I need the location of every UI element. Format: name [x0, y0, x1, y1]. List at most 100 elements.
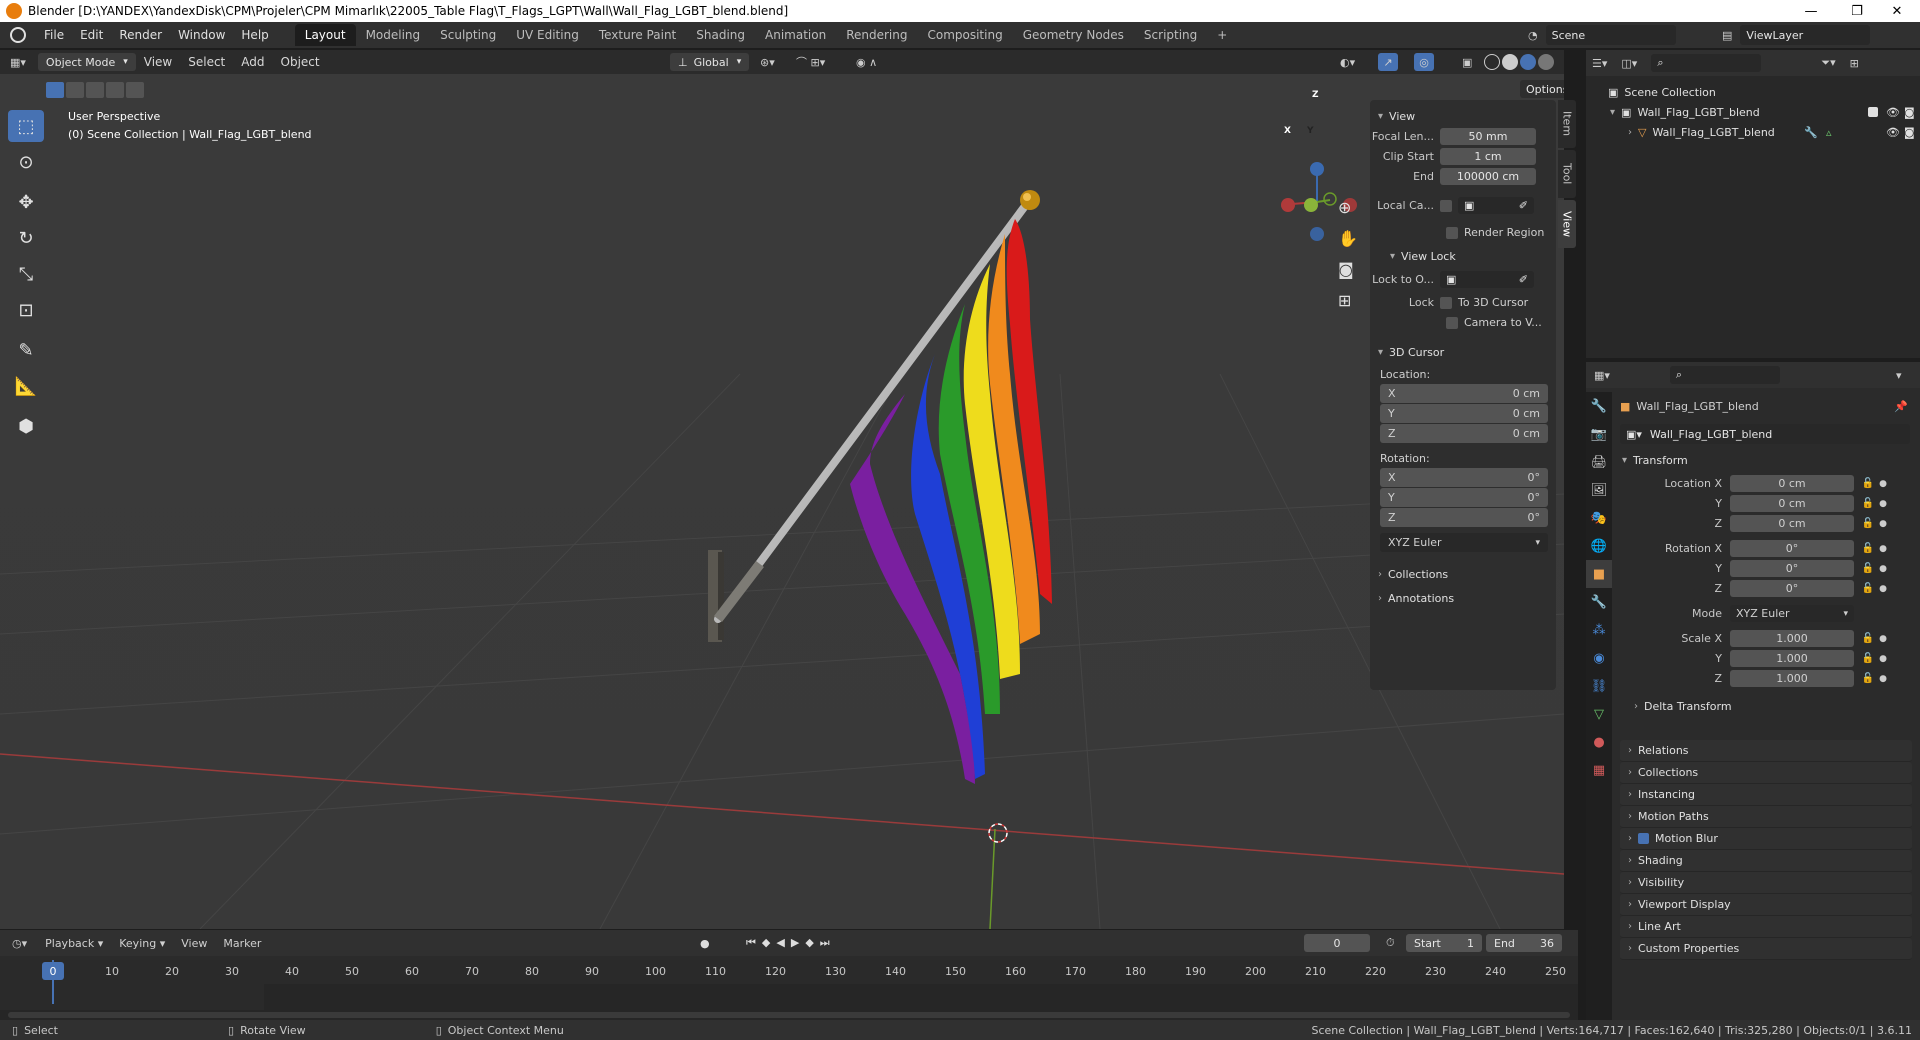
select-extend-icon[interactable]	[66, 82, 84, 98]
cursor-location-x[interactable]: X0 cm	[1380, 384, 1548, 403]
tab-geometry-nodes[interactable]: Geometry Nodes	[1013, 24, 1134, 46]
scene-field[interactable]: Scene	[1545, 25, 1676, 45]
particles-properties-icon[interactable]: ⁂	[1586, 616, 1612, 644]
wireframe-shading-icon[interactable]	[1484, 54, 1500, 70]
scene-properties-icon[interactable]: 🎭	[1586, 504, 1612, 532]
object-properties-icon[interactable]: ■	[1586, 560, 1612, 588]
visibility-icon[interactable]: ◐▾	[1340, 56, 1355, 69]
header-menu-select[interactable]: Select	[180, 55, 233, 69]
location-x-field[interactable]: 0 cm	[1730, 475, 1854, 492]
lock-icon[interactable]: 🔓	[1860, 563, 1876, 574]
rendered-shading-icon[interactable]	[1538, 54, 1554, 70]
xray-icon[interactable]: ▣	[1462, 56, 1472, 69]
play-icon[interactable]: ▶	[791, 936, 805, 949]
local-camera-field[interactable]: ▣ ✐	[1458, 197, 1534, 214]
clip-end-field[interactable]: 100000 cm	[1440, 168, 1536, 185]
cursor-location-y[interactable]: Y0 cm	[1380, 404, 1548, 423]
gizmo-x-icon[interactable]	[1281, 198, 1295, 212]
cursor-tool-icon[interactable]: ⊙	[8, 146, 44, 178]
camera-view-icon[interactable]: ◙	[1338, 260, 1358, 279]
gizmo-toggle-icon[interactable]: ↗	[1378, 53, 1398, 71]
outliner-search-input[interactable]: ⌕	[1651, 54, 1762, 72]
tree-object[interactable]: › ▽ Wall_Flag_LGBT_blend 🔧 ▵ 👁 ◙	[1586, 122, 1920, 142]
rotation-mode-dropdown[interactable]: XYZ Euler ▾	[1380, 533, 1548, 552]
current-frame-field[interactable]: 0	[1304, 934, 1370, 952]
lock-icon[interactable]: 🔓	[1860, 653, 1876, 664]
record-icon[interactable]: ●	[700, 937, 710, 950]
camera-render-icon[interactable]: ◙	[1904, 126, 1915, 139]
tree-collection[interactable]: ▾ ▣ Wall_Flag_LGBT_blend 👁 ◙	[1586, 102, 1920, 122]
options-dropdown[interactable]: Options▾	[1520, 80, 1564, 98]
render-properties-icon[interactable]: 📷	[1586, 420, 1612, 448]
chevron-down-icon[interactable]: ▾	[1896, 369, 1902, 382]
menu-help[interactable]: Help	[233, 28, 276, 42]
view-layer-properties-icon[interactable]: 🖼	[1586, 476, 1612, 504]
lock-icon[interactable]: 🔓	[1860, 478, 1876, 489]
next-key-icon[interactable]: ◆	[805, 936, 819, 949]
viewlayer-field[interactable]: ViewLayer	[1740, 25, 1871, 45]
panel-line-art[interactable]: › Line Art	[1620, 916, 1912, 938]
object-datablock-field[interactable]: ▣▾ Wall_Flag_LGBT_blend	[1620, 424, 1910, 444]
minimize-button[interactable]: —	[1788, 0, 1834, 22]
3d-cursor-header[interactable]: ▾ 3D Cursor	[1370, 342, 1556, 362]
header-menu-add[interactable]: Add	[233, 55, 272, 69]
scale-y-field[interactable]: 1.000	[1730, 650, 1854, 667]
zoom-icon[interactable]: ⊕	[1338, 198, 1358, 217]
start-frame-field[interactable]: Start 1	[1406, 934, 1482, 952]
viewlayer-selector[interactable]: ▤ ViewLayer	[1722, 25, 1912, 45]
annotations-header[interactable]: › Annotations	[1370, 588, 1556, 608]
stopwatch-icon[interactable]: ⏱	[1386, 936, 1395, 950]
tab-uv-editing[interactable]: UV Editing	[506, 24, 589, 46]
transform-tool-icon[interactable]: ⊡	[8, 294, 44, 326]
filter-view-icon[interactable]: ◫▾	[1621, 57, 1637, 70]
data-properties-icon[interactable]: ▽	[1586, 700, 1612, 728]
location-z-field[interactable]: 0 cm	[1730, 515, 1854, 532]
add-cube-tool-icon[interactable]: ⬢	[8, 410, 44, 442]
cursor-rotation-z[interactable]: Z 0°	[1380, 508, 1548, 527]
orientation-dropdown[interactable]: ⊥ Global ▾	[670, 53, 750, 71]
clock-icon[interactable]: ◷▾	[12, 937, 27, 950]
snap-icon[interactable]: ⌒ ⊞▾	[796, 54, 825, 70]
editor-type-icon[interactable]: ▦▾	[1594, 369, 1610, 382]
properties-search-input[interactable]: ⌕	[1669, 366, 1780, 384]
select-intersect-icon[interactable]	[126, 82, 144, 98]
timeline-menu-keying[interactable]: Keying ▾	[111, 937, 173, 950]
gizmo-y-icon[interactable]	[1304, 198, 1318, 212]
delta-transform-header[interactable]: › Delta Transform	[1612, 696, 1920, 716]
lock-object-field[interactable]: ▣ ✐	[1440, 271, 1534, 288]
cursor-rotation-y[interactable]: Y 0°	[1380, 488, 1548, 507]
add-workspace-button[interactable]: +	[1207, 24, 1237, 46]
tab-sculpting[interactable]: Sculpting	[430, 24, 506, 46]
view-section-header[interactable]: ▾ View	[1370, 106, 1556, 126]
pan-hand-icon[interactable]: ✋	[1338, 229, 1358, 248]
tab-animation[interactable]: Animation	[755, 24, 836, 46]
tab-shading[interactable]: Shading	[686, 24, 755, 46]
keyframe-dot-icon[interactable]: ●	[1876, 634, 1890, 644]
rotation-mode-dropdown[interactable]: XYZ Euler ▾	[1730, 605, 1854, 622]
lock-icon[interactable]: 🔓	[1860, 633, 1876, 644]
lock-icon[interactable]: 🔓	[1860, 543, 1876, 554]
lock-icon[interactable]: 🔓	[1860, 583, 1876, 594]
tab-tool[interactable]: Tool	[1558, 150, 1576, 198]
cursor-location-z[interactable]: Z0 cm	[1380, 424, 1548, 443]
output-properties-icon[interactable]: 🖨	[1586, 448, 1612, 476]
select-box-tool-icon[interactable]: ⬚	[8, 110, 44, 142]
keyframe-dot-icon[interactable]: ●	[1876, 479, 1890, 489]
expand-icon[interactable]: ›	[1628, 127, 1632, 138]
keyframe-dot-icon[interactable]: ●	[1876, 519, 1890, 529]
modifier-properties-icon[interactable]: 🔧	[1586, 588, 1612, 616]
transform-header[interactable]: ▾ Transform	[1612, 450, 1920, 470]
solid-shading-icon[interactable]	[1502, 54, 1518, 70]
view-lock-header[interactable]: ▾ View Lock	[1370, 246, 1556, 266]
lock-icon[interactable]: 🔓	[1860, 518, 1876, 529]
to-3d-cursor-checkbox[interactable]	[1440, 296, 1452, 309]
select-new-icon[interactable]	[46, 82, 64, 98]
rotate-tool-icon[interactable]: ↻	[8, 222, 44, 254]
scale-tool-icon[interactable]: ⤡	[8, 258, 44, 290]
keyframe-dot-icon[interactable]: ●	[1876, 674, 1890, 684]
scale-x-field[interactable]: 1.000	[1730, 630, 1854, 647]
panel-relations[interactable]: › Relations	[1620, 740, 1912, 762]
timeline-track[interactable]	[0, 984, 1578, 1020]
panel-instancing[interactable]: › Instancing	[1620, 784, 1912, 806]
gizmo-z-icon[interactable]	[1310, 162, 1324, 176]
